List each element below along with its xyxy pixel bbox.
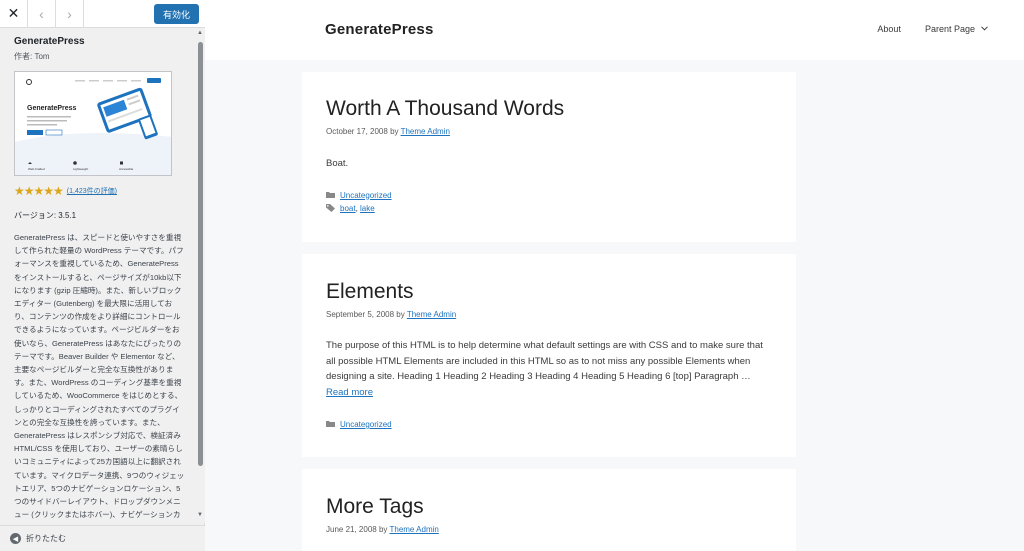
category-link[interactable]: Uncategorized bbox=[340, 191, 392, 200]
post-card: Worth A Thousand Words October 17, 2008 … bbox=[302, 72, 796, 242]
post-title[interactable]: Worth A Thousand Words bbox=[326, 96, 772, 122]
site-preview: GeneratePress About Parent Page Worth A … bbox=[205, 0, 1024, 551]
folder-icon bbox=[326, 191, 336, 200]
previous-theme-icon[interactable]: ‹ bbox=[28, 0, 56, 28]
post-title[interactable]: Elements bbox=[326, 279, 772, 305]
next-theme-icon[interactable]: › bbox=[56, 0, 84, 28]
nav-item-parent-page[interactable]: Parent Page bbox=[925, 24, 988, 34]
scrollbar-thumb[interactable] bbox=[198, 42, 203, 466]
site-title[interactable]: GeneratePress bbox=[325, 21, 434, 38]
post-categories: Uncategorized bbox=[326, 191, 772, 200]
close-icon[interactable]: ✕ bbox=[0, 0, 28, 28]
tag-link-boat[interactable]: boat bbox=[340, 204, 356, 213]
post-meta: September 5, 2008 by Theme Admin bbox=[326, 310, 772, 319]
screenshot-feature-2: Lightweight bbox=[73, 167, 88, 171]
folder-icon bbox=[326, 420, 336, 429]
nav-item-label: About bbox=[877, 24, 901, 34]
scroll-up-icon[interactable]: ▲ bbox=[197, 30, 203, 36]
post-date: June 21, 2008 bbox=[326, 525, 377, 534]
post-card: More Tags June 21, 2008 by Theme Admin bbox=[302, 469, 796, 551]
post-excerpt: Boat. bbox=[326, 158, 349, 169]
post-card: Elements September 5, 2008 by Theme Admi… bbox=[302, 254, 796, 457]
post-by: by bbox=[390, 127, 399, 136]
screenshot-feature-1: Well-Crafted bbox=[28, 167, 45, 171]
customizer-sidebar: ✕ ‹ › 有効化 GeneratePress 作者: Tom Generate… bbox=[0, 0, 205, 551]
chevron-down-icon bbox=[981, 25, 988, 33]
rating-count-link[interactable]: (1,423件の評価) bbox=[67, 186, 117, 196]
activate-button[interactable]: 有効化 bbox=[153, 4, 199, 24]
primary-nav: About Parent Page bbox=[853, 24, 988, 34]
screenshot-brand: GeneratePress bbox=[27, 105, 77, 112]
theme-screenshot-image: GeneratePress Well-Crafted Lightweight A… bbox=[15, 72, 171, 175]
post-author-link[interactable]: Theme Admin bbox=[407, 310, 456, 319]
collapse-sidebar-button[interactable]: ◀ 折りたたむ bbox=[0, 525, 205, 551]
read-more-link[interactable]: Read more bbox=[326, 387, 373, 398]
screenshot-feature-3: Accessible bbox=[119, 167, 134, 171]
theme-version: バージョン: 3.5.1 bbox=[14, 211, 77, 220]
post-categories: Uncategorized bbox=[326, 420, 772, 429]
scroll-down-icon[interactable]: ▼ bbox=[197, 512, 203, 518]
theme-name: GeneratePress bbox=[14, 36, 85, 47]
theme-rating: ★★★★★ (1,423件の評価) bbox=[14, 184, 182, 198]
post-author-link[interactable]: Theme Admin bbox=[401, 127, 450, 136]
post-by: by bbox=[396, 310, 405, 319]
post-tags: boat, lake bbox=[326, 203, 772, 214]
collapse-icon: ◀ bbox=[10, 533, 21, 544]
post-date: September 5, 2008 bbox=[326, 310, 395, 319]
post-date: October 17, 2008 bbox=[326, 127, 388, 136]
rating-stars: ★★★★★ bbox=[14, 184, 64, 198]
collapse-label: 折りたたむ bbox=[26, 534, 66, 543]
post-title[interactable]: More Tags bbox=[326, 494, 772, 520]
nav-item-about[interactable]: About bbox=[877, 24, 901, 34]
theme-screenshot: GeneratePress Well-Crafted Lightweight A… bbox=[14, 71, 172, 176]
theme-author: 作者: Tom bbox=[14, 52, 50, 61]
post-author-link[interactable]: Theme Admin bbox=[389, 525, 438, 534]
post-excerpt-text: The purpose of this HTML is to help dete… bbox=[326, 340, 763, 382]
category-link[interactable]: Uncategorized bbox=[340, 420, 392, 429]
theme-details: GeneratePress 作者: Tom GeneratePress Well… bbox=[0, 28, 196, 523]
sidebar-scrollbar[interactable]: ▲ ▼ bbox=[196, 28, 205, 523]
post-meta: June 21, 2008 by Theme Admin bbox=[326, 525, 772, 534]
theme-description: GeneratePress は、スピードと使いやすさを重視して作られた軽量の W… bbox=[14, 233, 185, 520]
tag-icon bbox=[326, 203, 336, 214]
post-by: by bbox=[378, 525, 388, 534]
post-meta: October 17, 2008 by Theme Admin bbox=[326, 127, 772, 136]
site-header: GeneratePress About Parent Page bbox=[205, 0, 1024, 60]
tag-link-lake[interactable]: lake bbox=[360, 204, 375, 213]
sidebar-toolbar: ✕ ‹ › 有効化 bbox=[0, 0, 205, 28]
nav-item-label: Parent Page bbox=[924, 24, 975, 34]
post-excerpt: The purpose of this HTML is to help dete… bbox=[326, 338, 772, 400]
